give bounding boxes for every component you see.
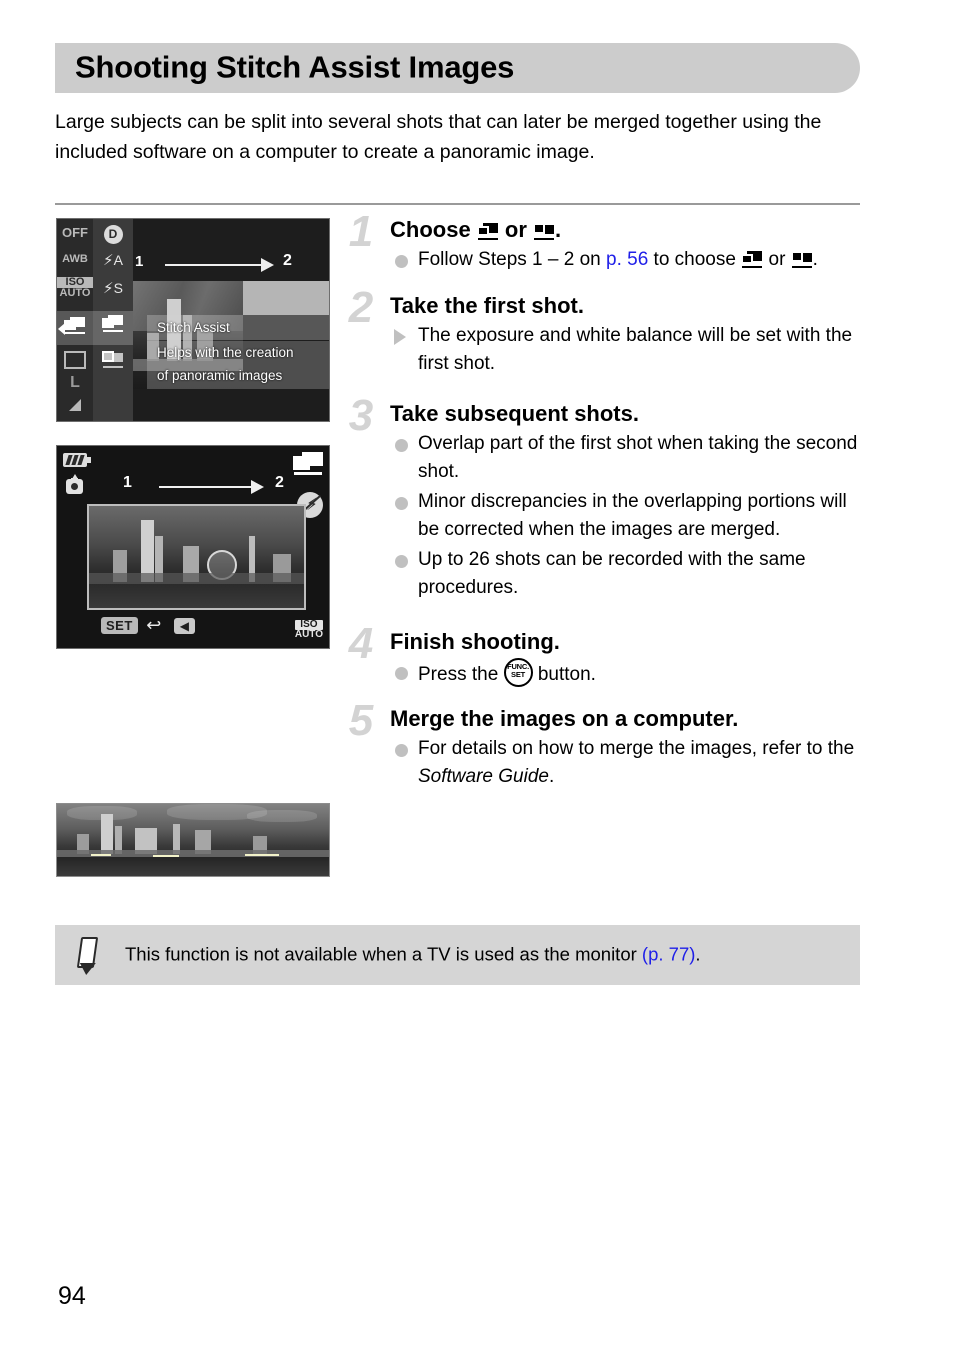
step-5: 5 Merge the images on a computer. For de… bbox=[344, 699, 869, 791]
page-title: Shooting Stitch Assist Images bbox=[75, 49, 515, 85]
bullet-dot-icon bbox=[395, 744, 408, 757]
page-number: 94 bbox=[58, 1282, 86, 1310]
step-2: 2 Take the first shot. The exposure and … bbox=[344, 286, 869, 378]
merged-panorama-photo bbox=[56, 803, 330, 877]
step-number: 3 bbox=[348, 391, 374, 440]
menu-desc-line-2: of panoramic images bbox=[157, 368, 283, 383]
stitch-sequence-arrow: 1 2 bbox=[123, 474, 303, 498]
bullet-dot-icon bbox=[395, 255, 408, 268]
sequence-index-1: 1 bbox=[123, 474, 132, 491]
set-button-hint[interactable]: SET bbox=[101, 617, 138, 634]
stitch-assist-icon-left bbox=[57, 317, 93, 334]
bullet-dot-icon bbox=[395, 667, 408, 680]
stitch-assist-vertical-icon bbox=[533, 223, 555, 240]
step-heading: Finish shooting. bbox=[390, 629, 560, 654]
menu-highlight-strip bbox=[243, 281, 329, 315]
note-callout: This function is not available when a TV… bbox=[55, 925, 860, 985]
step-number: 1 bbox=[348, 207, 374, 256]
screenshot-func-menu-stitch-assist: OFF AWB ISO AUTO L D ⚡A ⚡S 1 2 Stitch As… bbox=[56, 218, 330, 422]
live-view-bottom-controls: SET ↩ ◀ bbox=[101, 615, 196, 636]
list-item: Press the FUNC. SET button. bbox=[390, 658, 869, 689]
steps-list: 1 Choose or . Follow Steps 1 – 2 on p. 5… bbox=[344, 210, 869, 791]
page-reference-link[interactable]: (p. 77) bbox=[642, 943, 695, 964]
return-icon[interactable]: ↩ bbox=[146, 615, 161, 636]
stitch-assist-vertical-icon bbox=[790, 251, 813, 268]
image-size-l-icon: L bbox=[70, 374, 80, 391]
flash-slow-sync-icon: ⚡S bbox=[103, 280, 123, 297]
sequence-index-2: 2 bbox=[283, 252, 292, 269]
step-heading: Merge the images on a computer. bbox=[390, 706, 739, 731]
step-1: 1 Choose or . Follow Steps 1 – 2 on p. 5… bbox=[344, 210, 869, 274]
iso-auto-icon: ISO AUTO bbox=[57, 277, 93, 299]
left-arrow-icon[interactable]: ◀ bbox=[173, 617, 196, 634]
page-title-bar: Shooting Stitch Assist Images bbox=[55, 43, 860, 93]
bullet-dot-icon bbox=[395, 497, 408, 510]
func-set-button-icon: FUNC. SET bbox=[503, 658, 533, 687]
step-4: 4 Finish shooting. Press the FUNC. SET bu… bbox=[344, 622, 869, 689]
compression-corner-icon bbox=[57, 399, 93, 414]
menu-desc-line-1: Helps with the creation bbox=[157, 345, 294, 360]
iso-auto-indicator: ISO AUTO bbox=[294, 619, 323, 640]
list-item: The exposure and white balance will be s… bbox=[390, 322, 869, 378]
flash-off-icon: OFF bbox=[62, 225, 88, 240]
battery-icon bbox=[63, 453, 91, 467]
step-number: 4 bbox=[348, 619, 374, 668]
sequence-index-2: 2 bbox=[275, 474, 284, 491]
list-item: Follow Steps 1 – 2 on p. 56 to choose or… bbox=[390, 246, 869, 274]
live-view-preview bbox=[87, 504, 306, 610]
page-reference-link[interactable]: p. 56 bbox=[606, 249, 648, 270]
sequence-index-1: 1 bbox=[135, 253, 144, 270]
section-divider bbox=[55, 203, 860, 205]
stitch-assist-horizontal-icon[interactable] bbox=[93, 315, 133, 332]
list-item: Up to 26 shots can be recorded with the … bbox=[390, 546, 869, 602]
step-number: 5 bbox=[348, 696, 374, 745]
list-item: Minor discrepancies in the overlapping p… bbox=[390, 488, 869, 544]
triangle-bullet-icon bbox=[394, 329, 406, 345]
stitch-assist-horizontal-icon bbox=[741, 251, 763, 268]
red-eye-flash-icon: D bbox=[93, 225, 133, 244]
stitch-sequence-arrow: 1 2 bbox=[133, 251, 329, 277]
step-heading: Take the first shot. bbox=[390, 293, 584, 318]
note-text: This function is not available when a TV… bbox=[125, 943, 701, 965]
step-number: 2 bbox=[348, 283, 374, 332]
manual-page: Shooting Stitch Assist Images Large subj… bbox=[0, 0, 954, 1345]
step-3: 3 Take subsequent shots. Overlap part of… bbox=[344, 394, 869, 602]
bullet-dot-icon bbox=[395, 555, 408, 568]
white-balance-awb-icon: AWB bbox=[62, 253, 88, 265]
intro-paragraph: Large subjects can be split into several… bbox=[55, 111, 822, 163]
bullet-dot-icon bbox=[395, 439, 408, 452]
aspect-ratio-icon bbox=[57, 351, 93, 372]
screenshot-stitch-assist-live-view: ⚡ 1 2 SET ↩ ◀ bbox=[56, 445, 330, 649]
list-item: For details on how to merge the images, … bbox=[390, 735, 869, 791]
camera-shake-warning-icon bbox=[66, 474, 83, 494]
menu-item-title: Stitch Assist bbox=[157, 320, 230, 335]
pencil-icon bbox=[73, 937, 99, 975]
step-heading: Choose or . bbox=[390, 217, 562, 242]
step-heading: Take subsequent shots. bbox=[390, 401, 639, 426]
software-guide-title: Software Guide bbox=[418, 766, 549, 787]
stitch-assist-horizontal-icon bbox=[476, 223, 499, 240]
stitch-assist-vertical-icon[interactable] bbox=[93, 351, 133, 368]
flash-auto-icon: ⚡A bbox=[103, 252, 123, 269]
list-item: Overlap part of the first shot when taki… bbox=[390, 430, 869, 486]
